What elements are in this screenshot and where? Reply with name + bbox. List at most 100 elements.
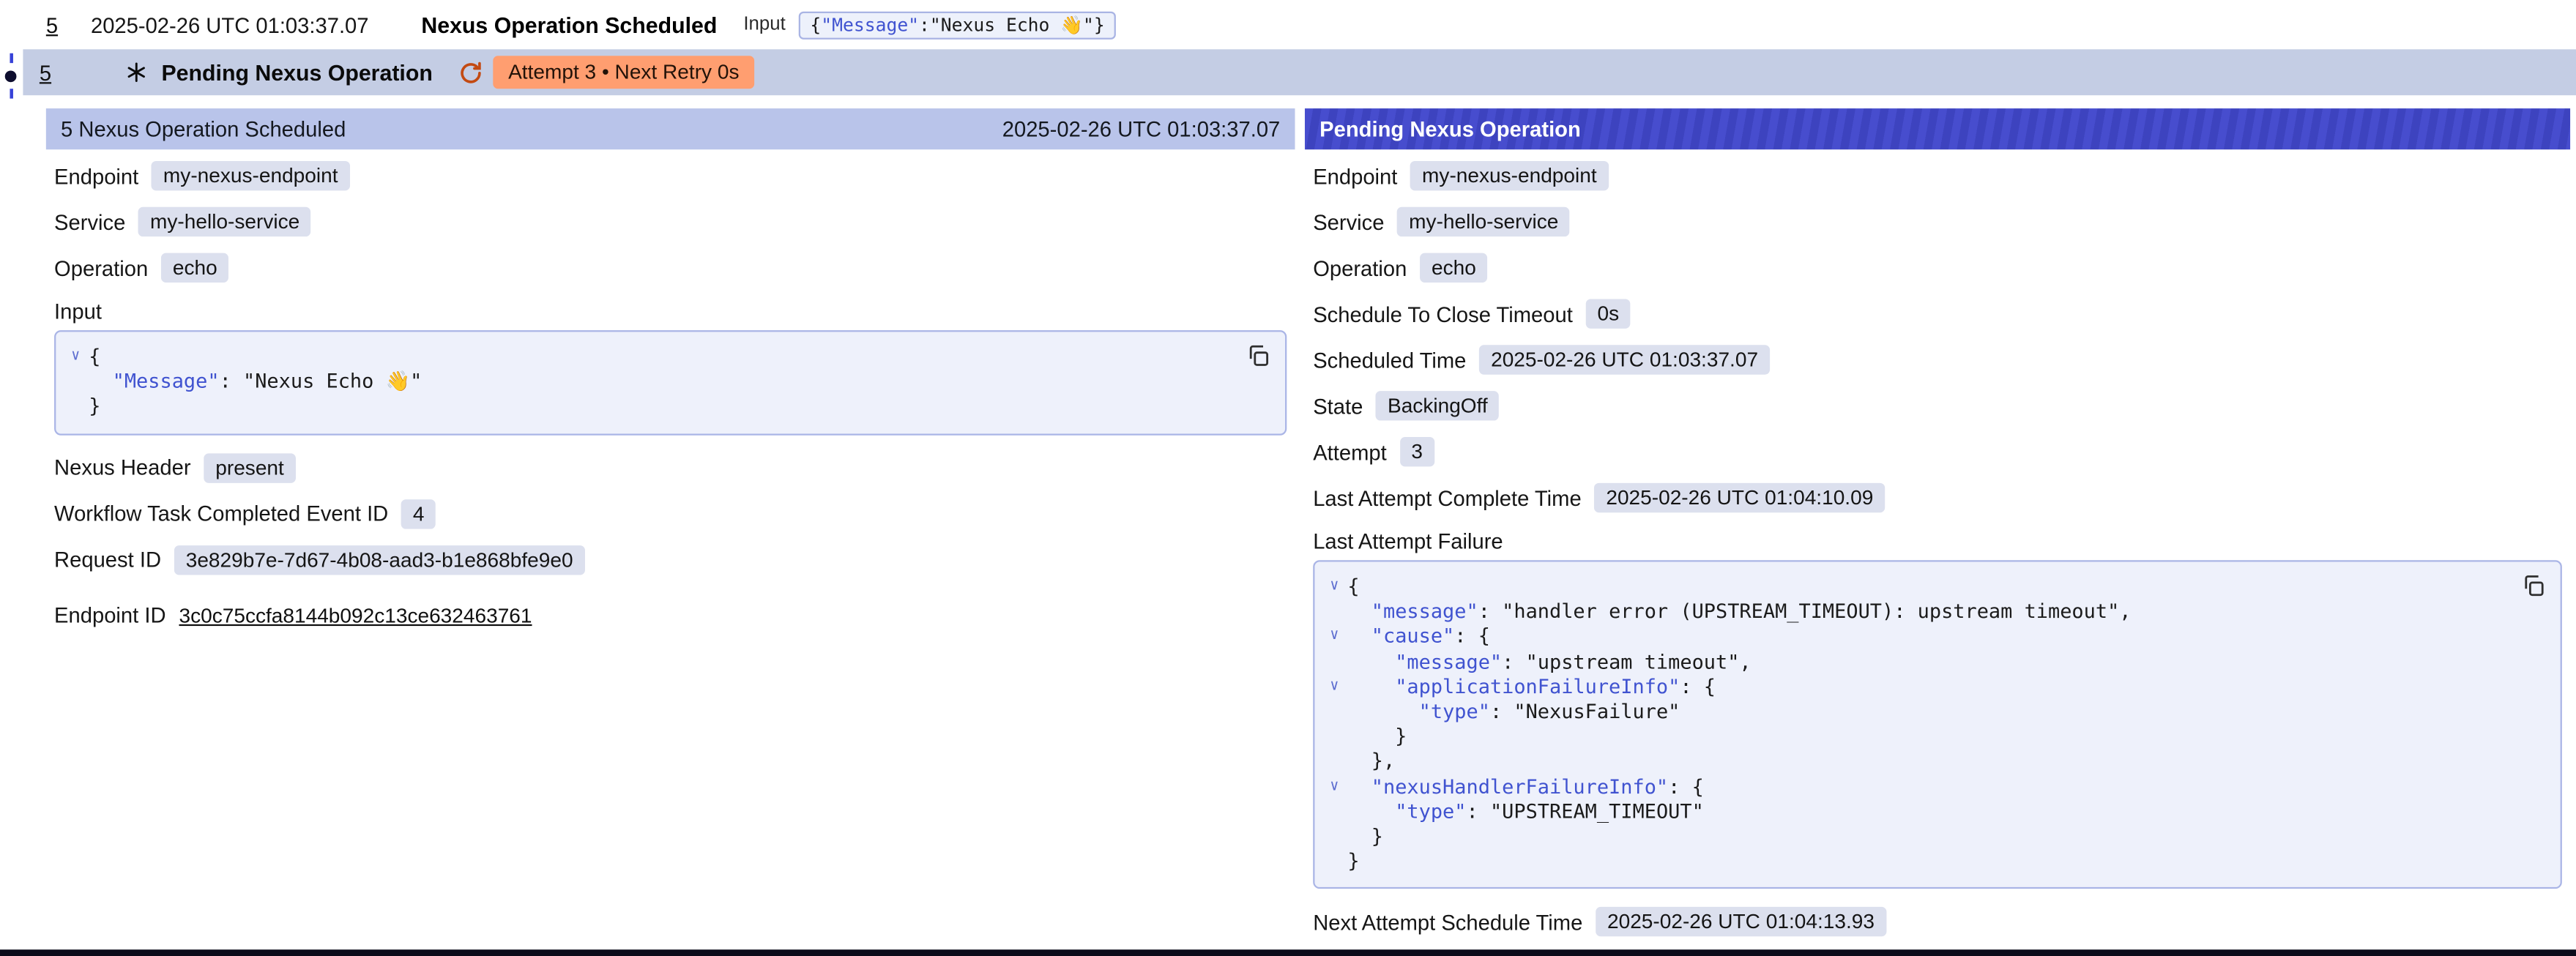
- bottom-edge-divider: [0, 949, 2576, 956]
- last-attempt-failure-label: Last Attempt Failure: [1313, 520, 2562, 560]
- code-text: [1347, 650, 1395, 675]
- input-json-viewer: ∨{ "Message": "Nexus Echo 👋" }: [54, 330, 1287, 435]
- code-text: : "Nexus Echo 👋": [220, 370, 422, 395]
- input-section-label: Input: [54, 291, 1287, 330]
- copy-icon[interactable]: [1246, 342, 1272, 368]
- field-label: Nexus Header: [54, 455, 191, 480]
- field-workflow-task-completed-event-id: Workflow Task Completed Event ID 4: [54, 490, 1287, 537]
- field-attempt: Attempt 3: [1313, 429, 2562, 475]
- scheduled-panel-body: Endpoint my-nexus-endpoint Service my-he…: [46, 149, 1295, 638]
- field-state: State BackingOff: [1313, 383, 2562, 429]
- field-label: Endpoint: [54, 163, 138, 188]
- code-key: "type": [1395, 800, 1466, 825]
- code-text: },: [1347, 750, 1395, 774]
- field-label: Service: [1313, 209, 1384, 234]
- code-line: "message": "handler error (UPSTREAM_TIME…: [1321, 600, 2544, 625]
- code-line: ∨{: [62, 345, 1268, 370]
- code-gutter: [1321, 800, 1347, 825]
- code-line: }: [1321, 825, 2544, 850]
- retry-icon: [459, 60, 484, 85]
- field-value-chip: BackingOff: [1376, 391, 1499, 420]
- field-endpoint: Endpoint my-nexus-endpoint: [54, 153, 1287, 199]
- field-label: Schedule To Close Timeout: [1313, 302, 1573, 326]
- code-line: }: [1321, 725, 2544, 750]
- code-text: : {: [1680, 675, 1716, 700]
- code-text: : {: [1454, 625, 1490, 650]
- code-text: [1347, 774, 1371, 799]
- event-title: Nexus Operation Scheduled: [421, 12, 717, 37]
- pending-asterisk-icon: [125, 61, 148, 83]
- field-label: Request ID: [54, 548, 161, 572]
- code-key: "Message": [821, 14, 919, 35]
- code-gutter: [1321, 725, 1347, 750]
- input-preview-chip[interactable]: {"Message":"Nexus Echo 👋"}: [799, 11, 1117, 39]
- failure-json-viewer: ∨{ "message": "handler error (UPSTREAM_T…: [1313, 560, 2562, 889]
- code-line: ∨{: [1321, 575, 2544, 600]
- temporal-event-history-view: 5 2025-02-26 UTC 01:03:37.07 Nexus Opera…: [0, 0, 2576, 956]
- code-gutter: [62, 370, 89, 395]
- field-value-chip: 4: [401, 498, 436, 528]
- collapse-toggle-icon[interactable]: ∨: [1321, 675, 1347, 700]
- code-gutter: [1321, 650, 1347, 675]
- event-id-link[interactable]: 5: [40, 60, 51, 85]
- code-gutter: [1321, 750, 1347, 774]
- field-operation: Operation echo: [1313, 244, 2562, 291]
- code-line: },: [1321, 750, 2544, 774]
- code-text: {: [810, 14, 821, 35]
- scheduled-event-panel: 5 Nexus Operation Scheduled 2025-02-26 U…: [46, 108, 1295, 948]
- code-line: }: [62, 395, 1268, 420]
- field-value-chip: 2025-02-26 UTC 01:03:37.07: [1479, 345, 1769, 374]
- code-line: }: [1321, 850, 2544, 875]
- field-value-chip: my-nexus-endpoint: [152, 161, 349, 190]
- field-service: Service my-hello-service: [54, 199, 1287, 245]
- endpoint-id-link[interactable]: 3c0c75ccfa8144b092c13ce632463761: [179, 604, 532, 627]
- field-last-attempt-complete-time: Last Attempt Complete Time 2025-02-26 UT…: [1313, 475, 2562, 521]
- collapse-toggle-icon[interactable]: ∨: [1321, 625, 1347, 650]
- code-text: : "UPSTREAM_TIMEOUT": [1467, 800, 1704, 825]
- code-text: [1347, 800, 1395, 825]
- collapse-toggle-icon[interactable]: ∨: [62, 345, 89, 370]
- code-text: : {: [1668, 774, 1704, 799]
- code-key: "applicationFailureInfo": [1395, 675, 1680, 700]
- code-line: "type": "NexusFailure": [1321, 700, 2544, 725]
- pending-operation-title: Pending Nexus Operation: [161, 60, 432, 85]
- field-scheduled-time: Scheduled Time 2025-02-26 UTC 01:03:37.0…: [1313, 337, 2562, 383]
- attempt-retry-badge: Attempt 3 • Next Retry 0s: [494, 56, 754, 89]
- field-label: Next Attempt Schedule Time: [1313, 910, 1582, 935]
- code-text: : "upstream timeout",: [1502, 650, 1752, 675]
- code-text: [1347, 675, 1395, 700]
- field-value-chip: my-nexus-endpoint: [1410, 161, 1608, 190]
- event-row-scheduled[interactable]: 5 2025-02-26 UTC 01:03:37.07 Nexus Opera…: [0, 0, 2576, 49]
- collapse-toggle-icon[interactable]: ∨: [1321, 774, 1347, 799]
- field-label: Service: [54, 209, 125, 234]
- field-label: Endpoint ID: [54, 603, 165, 628]
- input-label: Input: [743, 15, 785, 34]
- field-label: Scheduled Time: [1313, 348, 1466, 373]
- code-key: "nexusHandlerFailureInfo": [1371, 774, 1668, 799]
- field-nexus-header: Nexus Header present: [54, 444, 1287, 490]
- code-text: [1347, 700, 1418, 725]
- code-line: ∨ "applicationFailureInfo": {: [1321, 675, 2544, 700]
- field-value-chip: echo: [161, 253, 228, 283]
- code-key: "message": [1395, 650, 1502, 675]
- collapse-toggle-icon[interactable]: ∨: [1321, 575, 1347, 600]
- event-id-link[interactable]: 5: [46, 12, 58, 37]
- code-key: "type": [1419, 700, 1490, 725]
- panel-title: 5 Nexus Operation Scheduled: [61, 116, 346, 141]
- code-gutter: [1321, 825, 1347, 850]
- code-line: ∨ "nexusHandlerFailureInfo": {: [1321, 774, 2544, 799]
- code-text: :"Nexus Echo 👋"}: [919, 14, 1105, 35]
- field-value-chip: 2025-02-26 UTC 01:04:13.93: [1596, 908, 1886, 937]
- field-endpoint: Endpoint my-nexus-endpoint: [1313, 153, 2562, 199]
- code-line: "Message": "Nexus Echo 👋": [62, 370, 1268, 395]
- code-line: "message": "upstream timeout",: [1321, 650, 2544, 675]
- field-label: Operation: [54, 255, 148, 280]
- code-text: [1347, 625, 1371, 650]
- field-value-chip: my-hello-service: [1397, 207, 1570, 236]
- field-label: Workflow Task Completed Event ID: [54, 501, 388, 526]
- pending-operation-row[interactable]: 5 Pending Nexus Operation Attempt 3 • Ne…: [23, 49, 2576, 95]
- code-line: ∨ "cause": {: [1321, 625, 2544, 650]
- code-text: {: [89, 345, 100, 370]
- code-gutter: [1321, 850, 1347, 875]
- copy-icon[interactable]: [2521, 572, 2547, 598]
